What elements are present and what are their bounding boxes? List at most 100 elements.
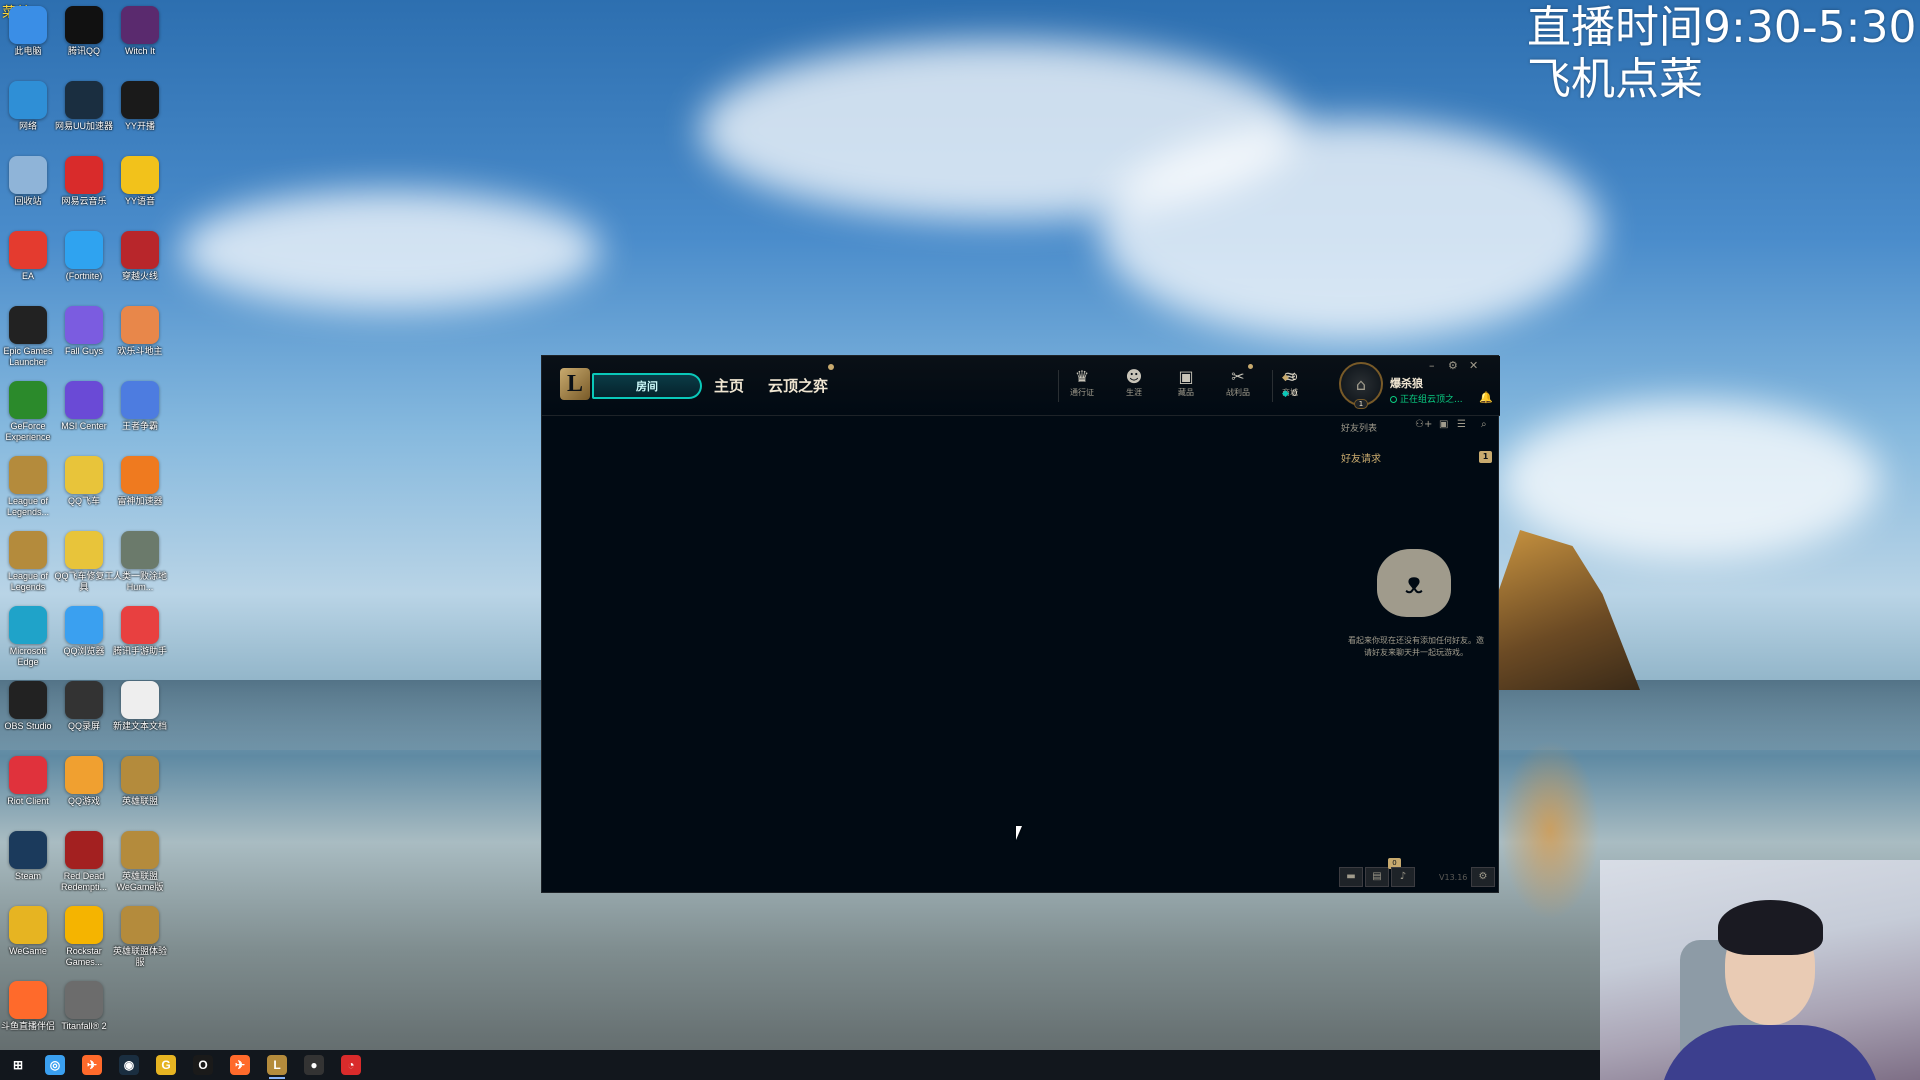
desktop-icon[interactable]: Titanfall® 2 bbox=[54, 981, 114, 1032]
player-status-text: 正在组云顶之... bbox=[1400, 395, 1463, 405]
add-friend-icon[interactable]: ⚇+ bbox=[1415, 419, 1432, 430]
close-icon[interactable]: ✕ bbox=[1469, 359, 1478, 372]
desktop-icon[interactable]: 回收站 bbox=[0, 156, 58, 207]
uu-accelerator-icon[interactable]: ◉ bbox=[119, 1055, 139, 1075]
nav-home-tab[interactable]: 主页 bbox=[714, 375, 744, 396]
desktop-icon[interactable]: QQ浏览器 bbox=[54, 606, 114, 657]
desktop-icon[interactable]: 网易云音乐 bbox=[54, 156, 114, 207]
desktop-icon[interactable]: 穿越火线 bbox=[110, 231, 170, 282]
stream-menu-text: 飞机点菜 bbox=[1527, 54, 1703, 105]
desktop-icon-label: 欢乐斗地主 bbox=[117, 346, 163, 356]
desktop-icon[interactable]: (Fortnite) bbox=[54, 231, 114, 282]
league-client-window[interactable]: L 房间 主页 云顶之弈 ♛ 通行证 ☻ 生涯 ▣ 藏品 ✂ 战利品 ≋ 商城 ◆ 0 ◆ 0 ⌂… bbox=[541, 355, 1500, 893]
settings-gear-icon[interactable]: ⚙ bbox=[1448, 359, 1458, 372]
desktop-icon[interactable]: QQ飞车修复工具 bbox=[54, 531, 114, 593]
doudizhu-icon bbox=[121, 306, 159, 344]
desktop-icon[interactable]: WeGame bbox=[0, 906, 58, 957]
desktop-icon-label: 此电脑 bbox=[14, 46, 42, 56]
qq-browser-icon[interactable]: ◎ bbox=[45, 1055, 65, 1075]
desktop-icon[interactable]: League of Legends... bbox=[0, 456, 58, 518]
desktop-icon[interactable]: Witch It bbox=[110, 6, 170, 57]
desktop-icon-label: 斗鱼直播伴侣 bbox=[0, 1021, 55, 1031]
desktop-icon[interactable]: QQ游戏 bbox=[54, 756, 114, 807]
desktop-icon[interactable]: 欢乐斗地主 bbox=[110, 306, 170, 357]
desktop-icon[interactable]: League of Legends bbox=[0, 531, 58, 593]
separator bbox=[1272, 370, 1273, 402]
voice-mic-icon[interactable]: ♪ bbox=[1391, 867, 1415, 887]
webcam-person-hair bbox=[1718, 900, 1823, 955]
toolbar-collection[interactable]: ▣ 藏品 bbox=[1166, 368, 1206, 398]
desktop-icon[interactable]: YY语音 bbox=[110, 156, 170, 207]
qq-game-icon bbox=[65, 756, 103, 794]
obs-icon[interactable]: ● bbox=[304, 1055, 324, 1075]
toolbar-loot[interactable]: ✂ 战利品 bbox=[1218, 368, 1258, 398]
league-of-legends-icon bbox=[9, 531, 47, 569]
windows-start-icon[interactable]: ⊞ bbox=[8, 1055, 28, 1075]
toolbar-label: 战利品 bbox=[1226, 388, 1250, 397]
league-of-legends-icon bbox=[121, 756, 159, 794]
desktop-icon-label: (Fortnite) bbox=[65, 271, 103, 281]
netease-music-icon[interactable]: ◔ bbox=[341, 1055, 361, 1075]
desktop-icon[interactable]: 腾讯手游助手 bbox=[110, 606, 170, 657]
yy-voice-icon bbox=[121, 156, 159, 194]
desktop-icon[interactable]: 英雄联盟 WeGame版 bbox=[110, 831, 170, 893]
league-of-legends-icon[interactable]: L bbox=[267, 1055, 287, 1075]
play-button[interactable]: 房间 bbox=[592, 373, 702, 399]
desktop-icon[interactable]: 人类一败涂地 Hum... bbox=[110, 531, 170, 593]
desktop-icon[interactable]: 腾讯QQ bbox=[54, 6, 114, 57]
list-view-icon[interactable]: ☰ bbox=[1457, 419, 1466, 430]
qq-icon bbox=[65, 6, 103, 44]
desktop-icon[interactable]: YY开播 bbox=[110, 81, 170, 132]
msi-center-icon bbox=[65, 381, 103, 419]
desktop-icon[interactable]: 雷神加速器 bbox=[110, 456, 170, 507]
desktop-icon[interactable]: MSI Center bbox=[54, 381, 114, 432]
desktop-icon[interactable]: 王者争霸 bbox=[110, 381, 170, 432]
toolbar-pass[interactable]: ♛ 通行证 bbox=[1062, 368, 1102, 398]
desktop-icon[interactable]: 英雄联盟体验服 bbox=[110, 906, 170, 968]
search-icon[interactable]: ⌕ bbox=[1481, 419, 1487, 430]
cloud bbox=[1100, 120, 1600, 340]
player-status[interactable]: 正在组云顶之... bbox=[1390, 392, 1470, 405]
add-folder-icon[interactable]: ▣ bbox=[1439, 419, 1448, 430]
stream-time-text: 直播时间9:30-5:30 bbox=[1527, 2, 1917, 53]
notifications-icon[interactable]: ▤ bbox=[1365, 867, 1389, 887]
desktop-icon[interactable]: 网易UU加速器 bbox=[54, 81, 114, 132]
friend-requests-toggle[interactable]: 好友请求 bbox=[1341, 450, 1381, 465]
league-of-legends-icon bbox=[9, 456, 47, 494]
toolbar-profile[interactable]: ☻ 生涯 bbox=[1114, 368, 1154, 398]
yy-live-icon[interactable]: O bbox=[193, 1055, 213, 1075]
desktop-icon[interactable]: QQ飞车 bbox=[54, 456, 114, 507]
poro-icon: ᴥ bbox=[1377, 549, 1451, 617]
douyu-live-icon[interactable]: ✈ bbox=[230, 1055, 250, 1075]
desktop-icon[interactable]: 此电脑 bbox=[0, 6, 58, 57]
desktop-icon[interactable]: 网络 bbox=[0, 81, 58, 132]
desktop-icon[interactable]: EA bbox=[0, 231, 58, 282]
client-top-bar: L 房间 主页 云顶之弈 ♛ 通行证 ☻ 生涯 ▣ 藏品 ✂ 战利品 ≋ 商城 ◆ 0 ◆ 0 ⌂… bbox=[542, 356, 1500, 416]
desktop-icon[interactable]: Fall Guys bbox=[54, 306, 114, 357]
notification-bell-icon[interactable]: 🔔 bbox=[1479, 391, 1493, 404]
desktop-icon[interactable]: 斗鱼直播伴侣 bbox=[0, 981, 58, 1032]
douyu-icon[interactable]: ✈ bbox=[82, 1055, 102, 1075]
currency-panel[interactable]: ◆ 0 ◆ 0 bbox=[1282, 370, 1298, 402]
minimize-icon[interactable]: – bbox=[1429, 359, 1435, 372]
desktop-icon[interactable]: Microsoft Edge bbox=[0, 606, 58, 668]
desktop-icon[interactable]: Riot Client bbox=[0, 756, 58, 807]
desktop-icon[interactable]: Rockstar Games... bbox=[54, 906, 114, 968]
nav-tft-tab[interactable]: 云顶之弈 bbox=[768, 375, 828, 396]
desktop-icon[interactable]: Red Dead Redempti... bbox=[54, 831, 114, 893]
desktop-icon[interactable]: Steam bbox=[0, 831, 58, 882]
chat-icon[interactable]: ▬ bbox=[1339, 867, 1363, 887]
desktop-icon[interactable]: GeForce Experience bbox=[0, 381, 58, 443]
desktop-icon[interactable]: Epic Games Launcher bbox=[0, 306, 58, 368]
desktop-icon[interactable]: 新建文本文档 bbox=[110, 681, 170, 732]
desktop-icon[interactable]: QQ录屏 bbox=[54, 681, 114, 732]
league-logo-icon[interactable]: L bbox=[560, 368, 590, 400]
wegame-icon[interactable]: G bbox=[156, 1055, 176, 1075]
desktop-icon[interactable]: 英雄联盟 bbox=[110, 756, 170, 807]
store-notification-dot bbox=[1248, 364, 1253, 369]
desktop-icon-label: Rockstar Games... bbox=[65, 946, 103, 967]
player-name: 爆杀狼 bbox=[1390, 377, 1423, 390]
help-settings-icon[interactable]: ⚙ bbox=[1471, 867, 1495, 887]
desktop-icon[interactable]: OBS Studio bbox=[0, 681, 58, 732]
league-of-legends-icon bbox=[121, 831, 159, 869]
